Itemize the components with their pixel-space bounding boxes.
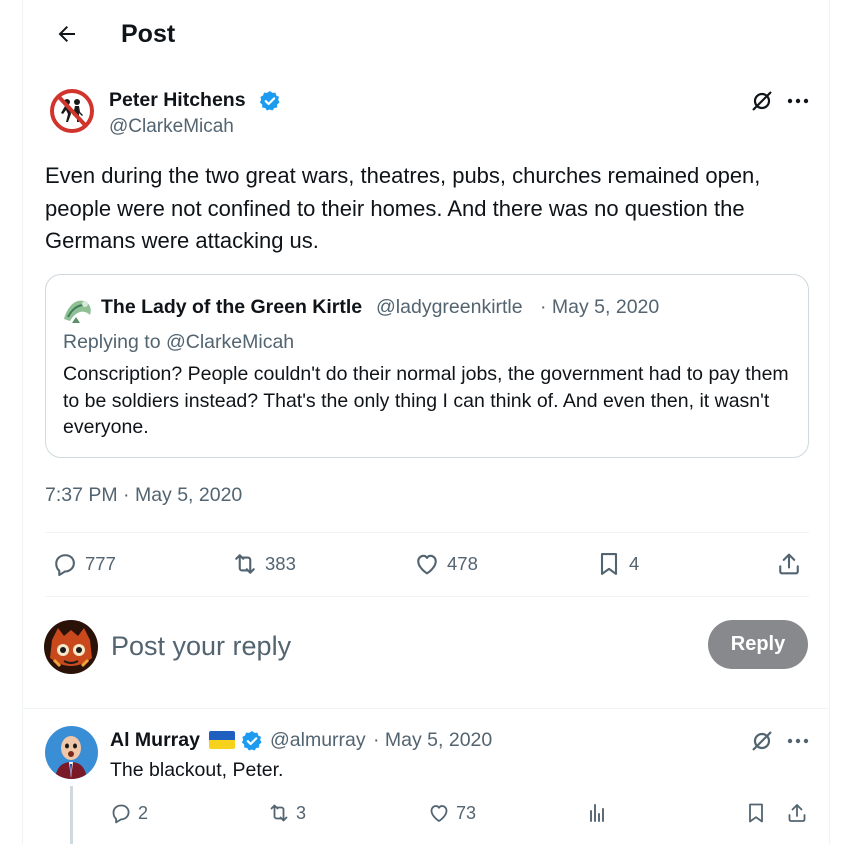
verified-badge-icon	[241, 730, 263, 752]
reply-reply-count: 2	[138, 802, 149, 823]
reply-count: 777	[85, 553, 116, 574]
more-dots-icon	[787, 98, 809, 104]
like-count: 478	[447, 553, 478, 574]
share-icon	[779, 553, 799, 575]
reply-like-count: 73	[456, 802, 477, 823]
more-options-button[interactable]	[783, 726, 813, 756]
main-column: Post Peter Hitchens @ClarkeMicah Even du	[22, 0, 830, 844]
author-handle[interactable]: @ClarkeMicah	[109, 115, 234, 139]
thread-line	[70, 786, 73, 844]
grok-icon	[752, 731, 772, 751]
reply-like-action[interactable]: 73	[427, 801, 476, 825]
analytics-icon	[590, 804, 604, 822]
divider	[45, 596, 809, 597]
reply-repost-count: 3	[296, 802, 307, 823]
heart-icon	[417, 554, 437, 575]
author-avatar[interactable]	[49, 88, 95, 134]
grok-button[interactable]	[747, 726, 777, 756]
bookmark-action[interactable]: 4	[595, 550, 639, 578]
quoted-replying-to: Replying to @ClarkeMicah	[63, 331, 295, 353]
reply-text: The blackout, Peter.	[110, 759, 284, 781]
quoted-post-text: Conscription? People couldn't do their n…	[63, 363, 789, 438]
comment-icon	[112, 804, 130, 824]
reply-repost-action[interactable]: 3	[267, 801, 306, 825]
more-dots-icon	[787, 738, 809, 744]
grok-icon	[752, 91, 772, 111]
divider	[45, 532, 809, 533]
reply-author-name[interactable]: Al Murray	[110, 728, 200, 752]
heart-icon	[430, 805, 448, 822]
post-timestamp[interactable]: 7:37 PM · May 5, 2020	[45, 483, 242, 507]
reply-input[interactable]	[111, 626, 671, 666]
quoted-author-name[interactable]: The Lady of the Green Kirtle	[101, 295, 362, 319]
author-name[interactable]: Peter Hitchens	[109, 88, 246, 112]
quoted-author-handle[interactable]: @ladygreenkirtle	[376, 295, 523, 319]
reply-author-handle[interactable]: @almurray	[270, 728, 366, 752]
verified-badge-icon	[259, 90, 281, 112]
current-user-avatar[interactable]	[44, 620, 98, 674]
comment-icon	[55, 554, 75, 577]
arrow-left-icon	[58, 26, 75, 42]
quoted-post[interactable]: The Lady of the Green Kirtle @ladygreenk…	[45, 274, 809, 458]
quoted-author-avatar[interactable]	[62, 295, 94, 325]
reply-share-action[interactable]	[785, 801, 809, 825]
back-button[interactable]	[47, 14, 87, 54]
repost-icon	[270, 804, 288, 822]
share-icon	[788, 804, 806, 822]
grok-button[interactable]	[747, 86, 777, 116]
repost-icon	[235, 554, 255, 574]
reply-reply-action[interactable]: 2	[109, 801, 148, 825]
reply-button[interactable]: Reply	[708, 620, 808, 669]
bookmark-count: 4	[629, 553, 640, 574]
post-text: Even during the two great wars, theatres…	[45, 163, 761, 253]
reply-views-action[interactable]	[585, 801, 609, 825]
bookmark-icon	[749, 803, 763, 823]
repost-count: 383	[265, 553, 296, 574]
page-title: Post	[121, 20, 176, 48]
quoted-post-date[interactable]: · May 5, 2020	[540, 295, 659, 319]
reply-action[interactable]: 777	[51, 550, 116, 578]
ukraine-flag-icon	[209, 731, 235, 749]
reply-bookmark-action[interactable]	[744, 801, 768, 825]
like-action[interactable]: 478	[413, 550, 478, 578]
repost-action[interactable]: 383	[231, 550, 296, 578]
bookmark-icon	[600, 553, 618, 575]
reply-date[interactable]: · May 5, 2020	[373, 728, 492, 752]
divider	[23, 708, 829, 709]
share-action[interactable]	[775, 550, 803, 578]
more-options-button[interactable]	[783, 86, 813, 116]
reply-author-avatar[interactable]	[45, 726, 98, 779]
